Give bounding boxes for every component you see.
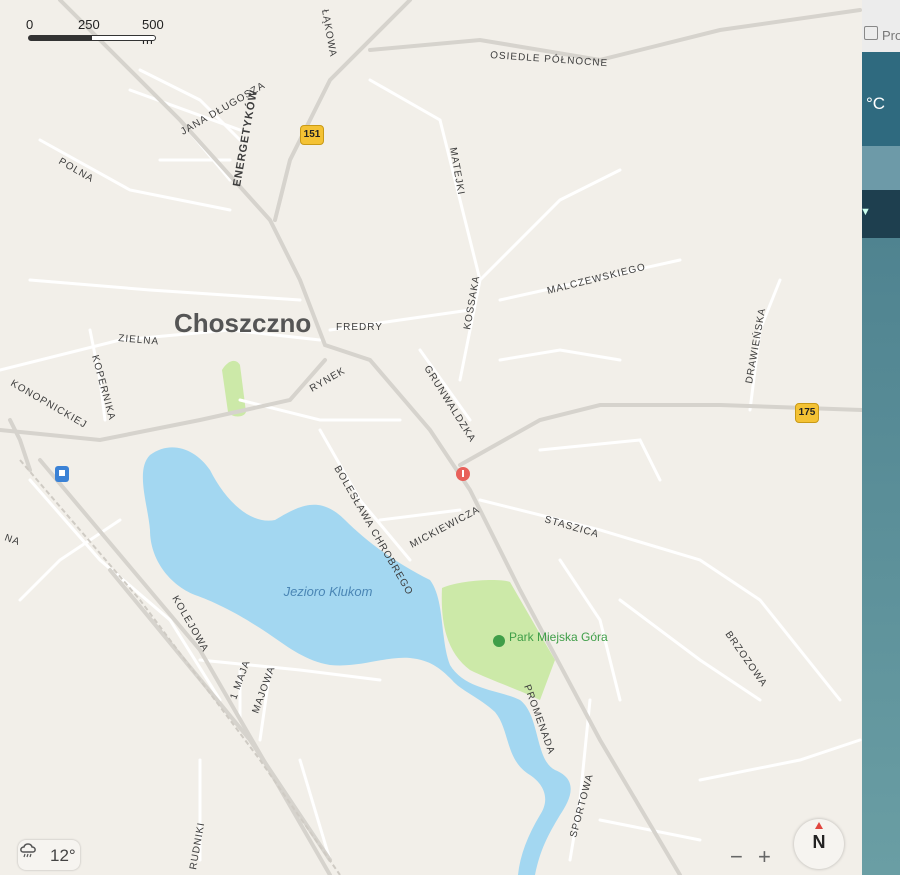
city-label: Choszczno <box>174 308 311 338</box>
street-label: FREDRY <box>336 322 383 333</box>
lake-label: Jezioro Klukom <box>283 584 373 599</box>
map-layer: OSIEDLE PÓŁNOCNE ŁĄKOWA JANA DŁUGOSZA EN… <box>0 0 862 875</box>
street-label: KOLEJOWA <box>169 594 210 654</box>
chevron-down-icon[interactable]: ▼ <box>862 206 871 218</box>
side-panel: Pro °C ▼ <box>862 0 900 875</box>
compass-label: N <box>812 832 826 852</box>
street-label: DRAWIEŃSKA <box>742 307 768 385</box>
map-canvas[interactable]: OSIEDLE PÓŁNOCNE ŁĄKOWA JANA DŁUGOSZA EN… <box>0 0 862 875</box>
street-label: ZIELNA <box>118 333 160 348</box>
route-shield-151: 151 <box>300 125 324 145</box>
scale-label-mid: 250 <box>78 17 100 32</box>
compass-north-marker <box>815 822 823 829</box>
street-label: NA <box>3 532 22 548</box>
zoom-in-button[interactable]: + <box>758 844 771 870</box>
side-panel-lower <box>862 238 900 875</box>
park-icon[interactable] <box>493 635 505 647</box>
side-panel-header: Pro <box>862 0 900 52</box>
route-shield-175: 175 <box>795 403 819 423</box>
street-label: STASZICA <box>543 514 600 540</box>
temperature-unit: °C <box>866 94 886 113</box>
scale-label-end: 500 m <box>142 17 164 47</box>
train-window <box>59 470 65 476</box>
green-area <box>222 360 246 417</box>
rain-cloud-icon <box>20 843 36 858</box>
compass-button[interactable]: N <box>794 819 844 869</box>
scale-bar-graphic <box>28 35 156 41</box>
scale-label-zero: 0 <box>26 17 34 32</box>
zoom-controls: − + <box>724 844 784 872</box>
weather-temp: 12° <box>50 846 76 865</box>
minor-streets <box>0 68 862 862</box>
side-panel-title: Pro <box>882 28 900 43</box>
street-label: RUDNIKI <box>188 821 207 870</box>
park-label[interactable]: Park Miejska Góra <box>509 630 608 644</box>
street-label: KOSSAKA <box>462 275 482 331</box>
street-label: MATEJKI <box>447 147 466 197</box>
pin-mark <box>462 470 464 477</box>
street-label: KONOPNICKIEJ <box>9 378 89 431</box>
main-roads <box>0 0 862 875</box>
zoom-out-button[interactable]: − <box>730 844 743 870</box>
panel-icon <box>864 26 878 40</box>
side-panel-band <box>862 146 900 190</box>
street-label: 1 MAJA <box>228 659 252 701</box>
weather-badge[interactable]: 12° <box>18 840 80 870</box>
street-label: MALCZEWSKIEGO <box>546 262 647 297</box>
street-label: ŁĄKOWA <box>319 9 338 59</box>
street-label: SPORTOWA <box>568 773 596 839</box>
